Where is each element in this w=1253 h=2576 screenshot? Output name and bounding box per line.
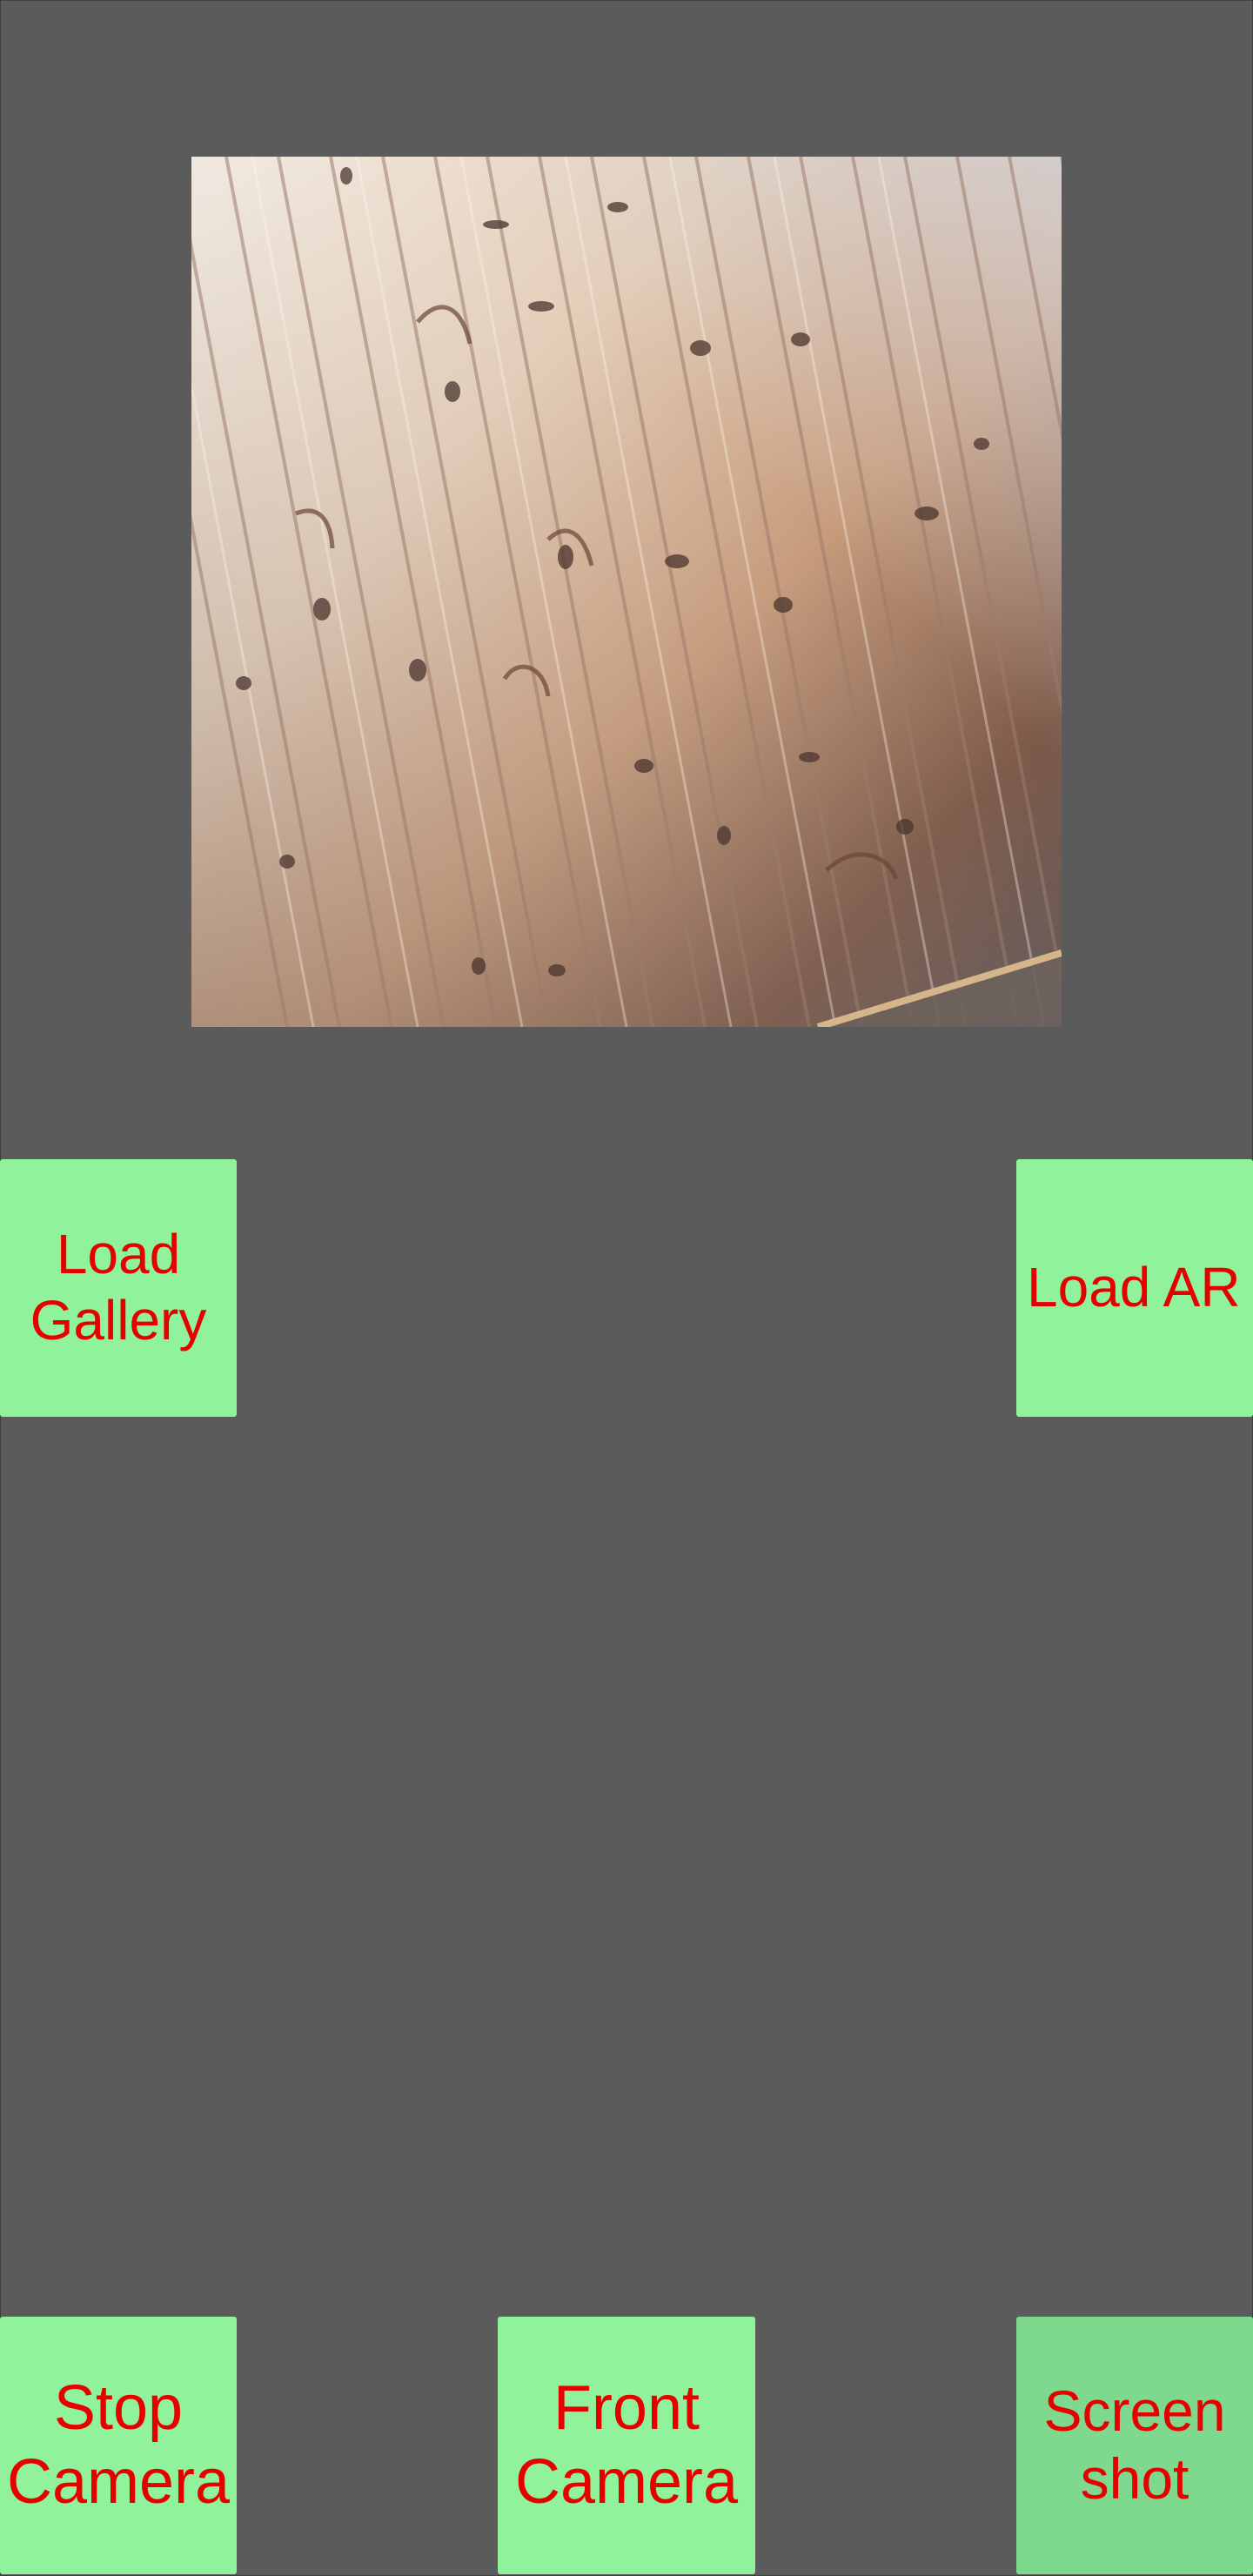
camera-preview [191,157,1062,1027]
stop-camera-button[interactable]: Stop Camera [0,2317,237,2574]
load-ar-button[interactable]: Load AR [1016,1159,1253,1417]
front-camera-button[interactable]: Front Camera [498,2317,755,2574]
load-gallery-button[interactable]: Load Gallery [0,1159,237,1417]
camera-preview-image [191,157,1062,1027]
screenshot-button[interactable]: Screen shot [1016,2317,1253,2574]
